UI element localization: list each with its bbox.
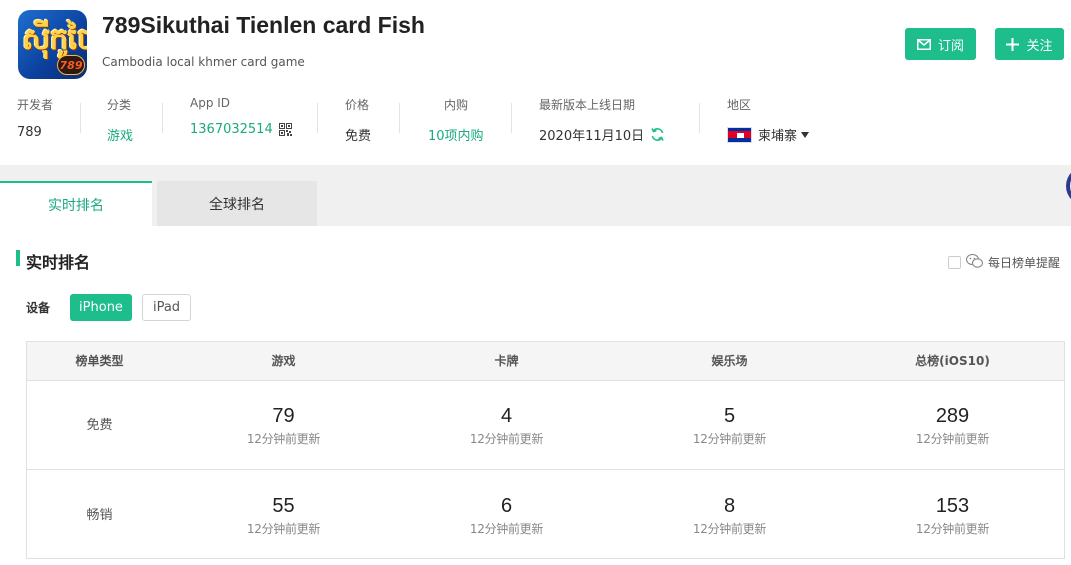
rank-cell: 55 12分钟前更新 <box>172 494 395 537</box>
divider <box>80 103 81 133</box>
update-time: 12分钟前更新 <box>692 522 767 536</box>
table-row: 畅销 55 12分钟前更新 6 12分钟前更新 8 12分钟前更新 153 12… <box>27 471 1064 560</box>
device-label: 设备 <box>26 301 51 315</box>
update-time: 12分钟前更新 <box>246 432 321 446</box>
rank-cell: 5 12分钟前更新 <box>618 404 841 447</box>
daily-reminder-checkbox[interactable] <box>948 256 961 269</box>
info-category: 分类 游戏 <box>107 96 133 144</box>
refresh-icon[interactable] <box>650 127 665 142</box>
rank-value: 55 <box>272 495 295 517</box>
info-app-id: App ID 1367032514 <box>190 96 292 137</box>
follow-label: 关注 <box>1026 38 1053 54</box>
row-label: 免费 <box>86 418 113 433</box>
rank-cell: 289 12分钟前更新 <box>841 404 1064 447</box>
qr-code-icon[interactable] <box>278 123 292 136</box>
region-value: 柬埔寨 <box>758 129 798 144</box>
plus-icon <box>1006 37 1020 51</box>
info-iap: 内购 10项内购 <box>428 96 484 144</box>
table-header: 榜单类型 游戏 卡牌 娱乐场 总榜(iOS10) <box>27 342 1064 381</box>
rank-value: 289 <box>935 405 970 427</box>
row-label: 畅销 <box>86 508 113 523</box>
developer-label: 开发者 <box>17 98 54 112</box>
info-region: 地区 柬埔寨 <box>727 96 810 144</box>
divider <box>511 103 512 133</box>
divider <box>699 103 700 133</box>
follow-button[interactable]: 关注 <box>995 28 1064 60</box>
divider <box>399 103 400 133</box>
rank-cell: 79 12分钟前更新 <box>172 404 395 447</box>
app-icon: ស៊ីកូថៃ 789 <box>18 10 87 79</box>
developer-value: 789 <box>17 125 42 140</box>
app-title: 789Sikuthai Tienlen card Fish <box>102 12 425 38</box>
daily-reminder-label: 每日榜单提醒 <box>988 256 1061 270</box>
rank-value: 4 <box>500 405 513 427</box>
app-icon-badge: 789 <box>57 55 85 75</box>
device-iphone-button[interactable]: iPhone <box>70 294 132 321</box>
mail-icon <box>916 38 931 50</box>
category-label: 分类 <box>107 98 132 112</box>
category-link[interactable]: 游戏 <box>107 125 133 144</box>
wechat-icon <box>965 253 984 271</box>
rank-value: 153 <box>935 495 970 517</box>
table-row: 免费 79 12分钟前更新 4 12分钟前更新 5 12分钟前更新 289 12… <box>27 381 1064 470</box>
rank-cell: 153 12分钟前更新 <box>841 494 1064 537</box>
daily-reminder-toggle[interactable]: 每日榜单提醒 <box>948 253 1061 271</box>
rank-cell: 6 12分钟前更新 <box>395 494 618 537</box>
section-title: 实时排名 <box>26 253 91 272</box>
release-label: 最新版本上线日期 <box>539 98 636 112</box>
subscribe-button[interactable]: 订阅 <box>905 28 976 60</box>
column-header: 榜单类型 <box>75 354 124 368</box>
column-header: 卡牌 <box>494 354 519 368</box>
price-value: 免费 <box>345 129 372 144</box>
info-developer: 开发者 789 <box>17 96 53 140</box>
app-id-label: App ID <box>190 96 231 110</box>
rank-value: 8 <box>723 495 736 517</box>
rank-cell: 4 12分钟前更新 <box>395 404 618 447</box>
info-price: 价格 免费 <box>345 96 371 144</box>
region-label: 地区 <box>727 98 752 112</box>
subscribe-label: 订阅 <box>937 38 964 54</box>
iap-link[interactable]: 10项内购 <box>428 125 484 144</box>
release-value: 2020年11月10日 <box>539 129 645 144</box>
column-header: 娱乐场 <box>711 354 748 368</box>
app-id-value[interactable]: 1367032514 <box>190 122 273 137</box>
tab-global-ranking[interactable]: 全球排名 <box>157 181 317 226</box>
update-time: 12分钟前更新 <box>246 522 321 536</box>
rank-value: 79 <box>272 405 295 427</box>
ranking-table: 榜单类型 游戏 卡牌 娱乐场 总榜(iOS10) 免费 79 12分钟前更新 4… <box>26 341 1065 559</box>
iap-label: 内购 <box>444 98 469 112</box>
chevron-down-icon <box>801 131 810 138</box>
region-dropdown[interactable]: 柬埔寨 <box>727 125 810 144</box>
update-time: 12分钟前更新 <box>469 432 544 446</box>
app-subtitle: Cambodia local khmer card game <box>102 55 305 69</box>
cambodia-flag-icon <box>727 126 752 143</box>
section-marker <box>16 250 20 266</box>
rank-value: 5 <box>723 405 736 427</box>
info-release: 最新版本上线日期 2020年11月10日 <box>539 96 665 144</box>
device-ipad-button[interactable]: iPad <box>142 294 191 321</box>
rank-cell: 8 12分钟前更新 <box>618 494 841 537</box>
price-label: 价格 <box>345 98 370 112</box>
column-header: 游戏 <box>271 354 296 368</box>
update-time: 12分钟前更新 <box>915 522 990 536</box>
update-time: 12分钟前更新 <box>692 432 767 446</box>
divider <box>162 103 163 133</box>
column-header: 总榜(iOS10) <box>915 354 990 368</box>
update-time: 12分钟前更新 <box>915 432 990 446</box>
update-time: 12分钟前更新 <box>469 522 544 536</box>
divider <box>317 103 318 133</box>
tab-realtime-ranking[interactable]: 实时排名 <box>0 181 152 226</box>
rank-value: 6 <box>500 495 513 517</box>
